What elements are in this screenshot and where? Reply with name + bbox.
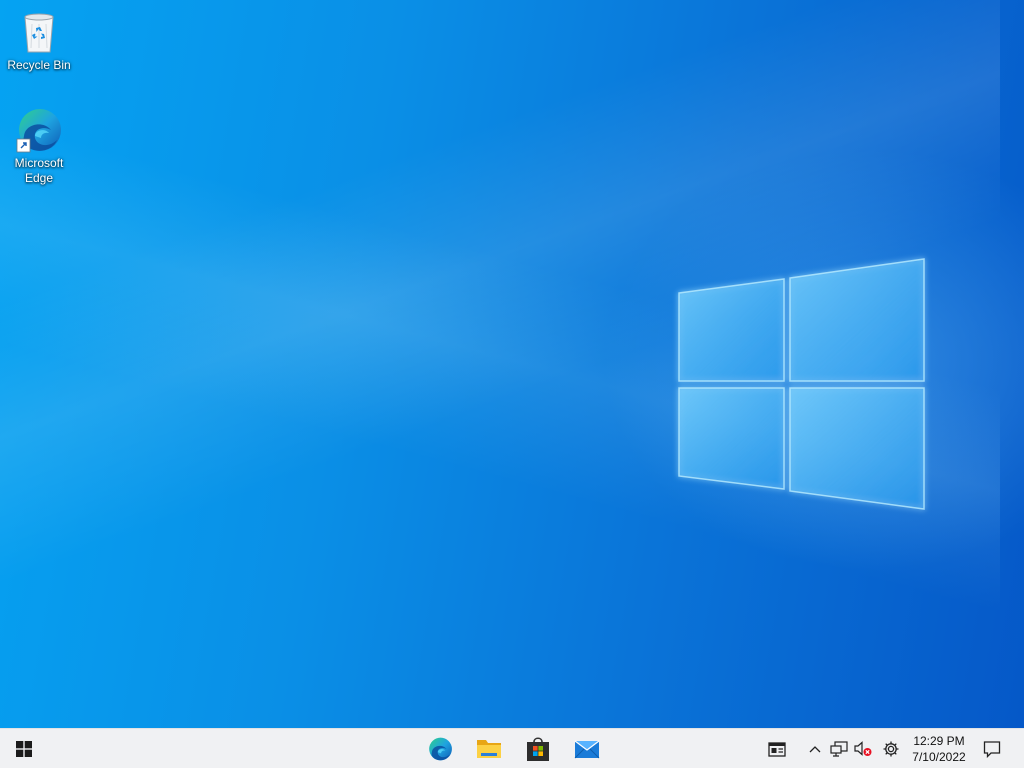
desktop-wallpaper[interactable]: Recycle Bin Microsoft Edge: [0, 0, 1024, 728]
volume-button[interactable]: [851, 729, 875, 769]
taskbar-news-widget[interactable]: [760, 729, 794, 769]
recycle-bin-label: Recycle Bin: [7, 58, 71, 72]
show-hidden-icons-button[interactable]: [804, 729, 826, 769]
news-widget-icon: [768, 742, 786, 757]
microsoft-edge-label: Microsoft Edge: [14, 156, 64, 185]
taskbar-mail-button[interactable]: [563, 729, 611, 769]
volume-muted-icon: [854, 741, 872, 756]
clock-time: 12:29 PM: [913, 734, 965, 748]
taskbar-file-explorer-button[interactable]: [465, 729, 513, 769]
clock-date: 7/10/2022: [912, 750, 966, 764]
start-button[interactable]: [0, 729, 48, 769]
taskbar-microsoft-store-button[interactable]: [514, 729, 562, 769]
mail-icon: [574, 740, 600, 759]
microsoft-store-icon: [527, 737, 549, 761]
network-status-button[interactable]: [827, 729, 851, 769]
windows-logo-wallpaper: [678, 258, 925, 510]
file-explorer-icon: [477, 740, 501, 758]
recycle-bin-icon: [24, 13, 54, 53]
clock-button[interactable]: 12:29 PM 7/10/2022: [906, 729, 972, 769]
notification-icon: [983, 741, 1001, 758]
network-icon: [830, 741, 848, 757]
action-center-button[interactable]: [976, 729, 1008, 769]
taskbar-edge-button[interactable]: [416, 729, 464, 769]
desktop-icon-recycle-bin[interactable]: Recycle Bin: [1, 8, 77, 73]
settings-gear-icon: [883, 741, 899, 757]
desktop-icon-microsoft-edge[interactable]: Microsoft Edge: [1, 106, 77, 186]
edge-icon: [16, 109, 61, 153]
windows-start-icon: [16, 741, 32, 757]
settings-button[interactable]: [877, 729, 905, 769]
chevron-up-icon: [809, 746, 821, 753]
edge-icon: [429, 737, 452, 761]
taskbar: 12:29 PM 7/10/2022: [0, 728, 1024, 768]
